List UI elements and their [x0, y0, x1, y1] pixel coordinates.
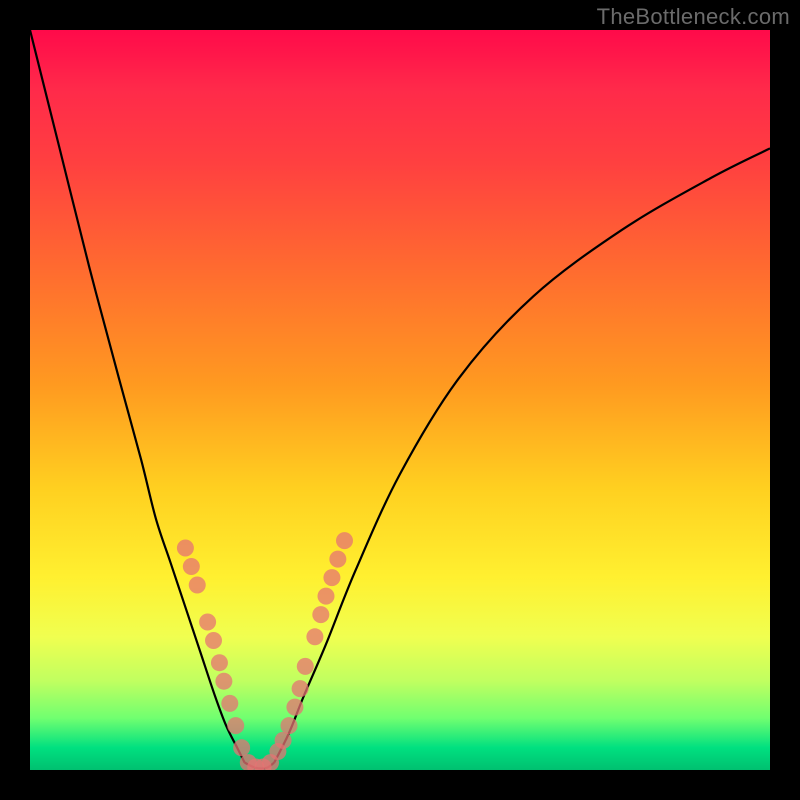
scatter-dot	[205, 632, 222, 649]
scatter-dots	[177, 532, 353, 770]
scatter-dot	[221, 695, 238, 712]
scatter-dot	[211, 654, 228, 671]
scatter-dot	[292, 680, 309, 697]
scatter-dot	[281, 717, 298, 734]
scatter-dot	[323, 569, 340, 586]
scatter-dot	[312, 606, 329, 623]
right-curve	[274, 148, 770, 762]
watermark-text: TheBottleneck.com	[597, 4, 790, 30]
left-curve	[30, 30, 245, 763]
scatter-dot	[227, 717, 244, 734]
frame: TheBottleneck.com	[0, 0, 800, 800]
scatter-dot	[275, 732, 292, 749]
scatter-dot	[183, 558, 200, 575]
scatter-dot	[189, 577, 206, 594]
plot-area	[30, 30, 770, 770]
scatter-dot	[336, 532, 353, 549]
scatter-dot	[215, 673, 232, 690]
chart-svg	[30, 30, 770, 770]
scatter-dot	[329, 551, 346, 568]
scatter-dot	[233, 739, 250, 756]
scatter-dot	[286, 699, 303, 716]
scatter-dot	[297, 658, 314, 675]
scatter-dot	[177, 540, 194, 557]
scatter-dot	[199, 614, 216, 631]
scatter-dot	[318, 588, 335, 605]
scatter-dot	[306, 628, 323, 645]
